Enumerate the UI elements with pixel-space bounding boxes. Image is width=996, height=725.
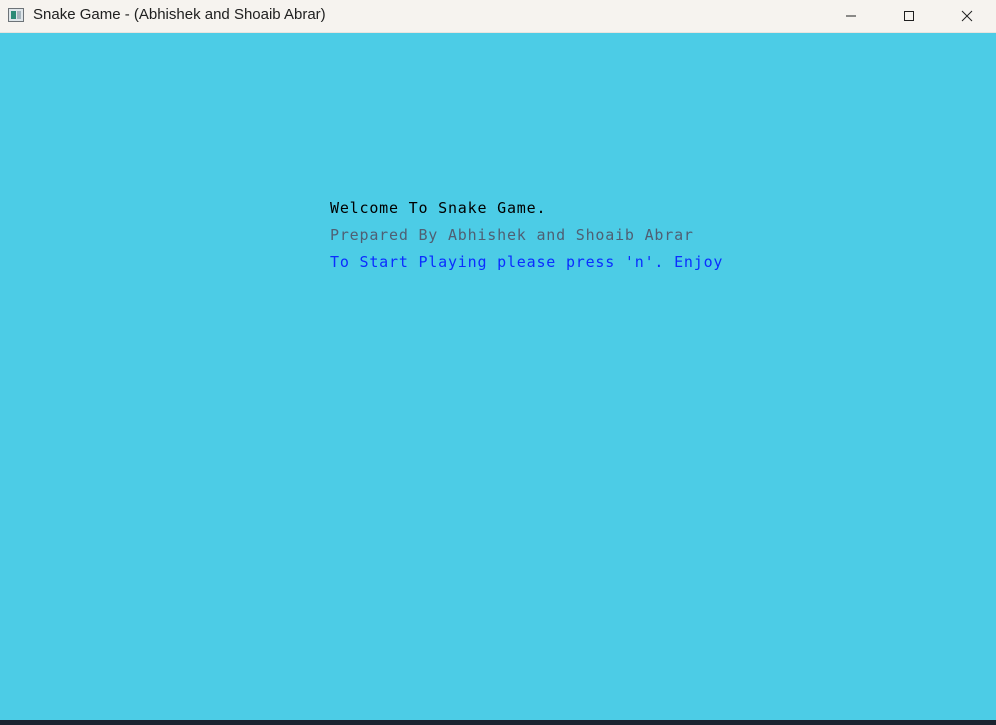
window-title: Snake Game - (Abhishek and Shoaib Abrar)	[33, 6, 326, 23]
window-bottom-edge	[0, 720, 996, 725]
start-instruction-text: To Start Playing please press 'n'. Enjoy	[330, 253, 724, 271]
close-button[interactable]	[938, 0, 996, 32]
close-icon	[961, 10, 973, 22]
maximize-button[interactable]	[880, 0, 938, 32]
minimize-button[interactable]	[822, 0, 880, 32]
welcome-text: Welcome To Snake Game.	[330, 199, 547, 217]
credits-text: Prepared By Abhishek and Shoaib Abrar	[330, 226, 694, 244]
maximize-icon	[903, 10, 915, 22]
app-window: Snake Game - (Abhishek and Shoaib Abrar)	[0, 0, 996, 725]
minimize-icon	[845, 10, 857, 22]
game-canvas[interactable]: Welcome To Snake Game. Prepared By Abhis…	[0, 33, 996, 721]
app-window-icon	[8, 8, 24, 22]
title-bar[interactable]: Snake Game - (Abhishek and Shoaib Abrar)	[0, 0, 996, 33]
